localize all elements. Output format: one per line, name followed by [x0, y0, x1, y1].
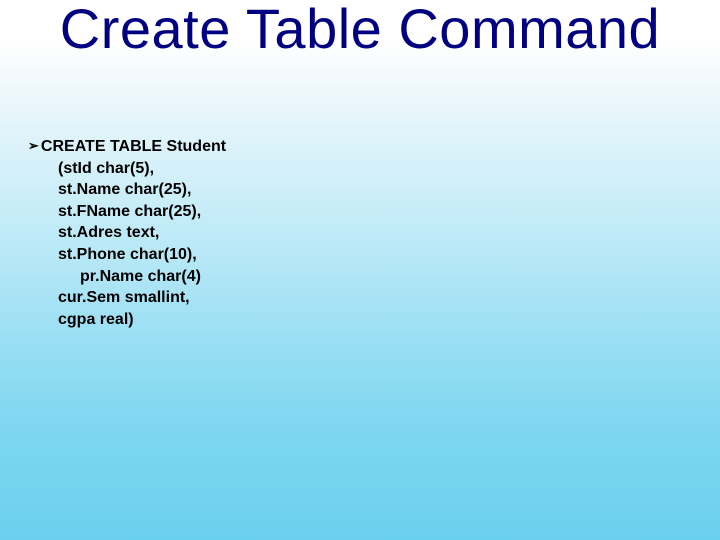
code-line: cgpa real) [28, 309, 226, 331]
slide-title: Create Table Command [0, 0, 720, 59]
bullet-row: ➢ CREATE TABLE Student [28, 136, 226, 158]
code-line: cur.Sem smallint, [28, 287, 226, 309]
code-line: st.Adres text, [28, 222, 226, 244]
code-line: (stId char(5), [28, 158, 226, 180]
code-line: st.Phone char(10), [28, 244, 226, 266]
bullet-text: CREATE TABLE Student [41, 136, 226, 158]
slide-content: ➢ CREATE TABLE Student (stId char(5), st… [28, 136, 226, 330]
code-line: st.Name char(25), [28, 179, 226, 201]
chevron-right-icon: ➢ [28, 137, 39, 155]
slide: Create Table Command ➢ CREATE TABLE Stud… [0, 0, 720, 540]
code-line: pr.Name char(4) [28, 266, 226, 288]
code-line: st.FName char(25), [28, 201, 226, 223]
